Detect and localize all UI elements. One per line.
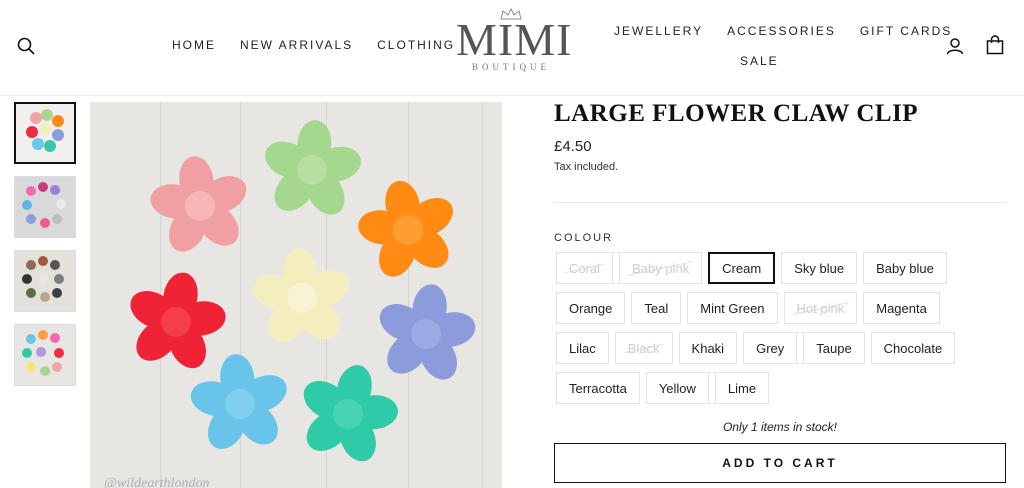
nav-accessories[interactable]: ACCESSORIES	[727, 24, 836, 38]
account-icon[interactable]	[944, 35, 966, 57]
product-title: LARGE FLOWER CLAW CLIP	[554, 100, 919, 127]
search-icon[interactable]	[16, 36, 36, 56]
product-main-image[interactable]: @wildearthlondon	[90, 102, 502, 488]
nav-clothing[interactable]: CLOTHING	[377, 38, 455, 52]
image-watermark: @wildearthlondon	[104, 476, 210, 488]
colour-option-baby-pink[interactable]: Baby pink	[619, 252, 703, 284]
thumbnail-2[interactable]	[14, 176, 76, 238]
thumbnail-4[interactable]	[14, 324, 76, 386]
product-info: LARGE FLOWER CLAW CLIP £4.50 Tax include…	[554, 100, 1006, 173]
colour-option-black[interactable]: Black	[614, 332, 673, 364]
colour-option-yellow[interactable]: Yellow	[645, 372, 709, 404]
colour-option-grey[interactable]: Grey	[743, 332, 798, 364]
site-header: HOME NEW ARRIVALS CLOTHING MIMI BOUTIQUE…	[0, 0, 1024, 96]
nav-new-arrivals[interactable]: NEW ARRIVALS	[240, 38, 353, 52]
thumbnail-list	[14, 102, 78, 398]
logo-subtitle: BOUTIQUE	[472, 62, 550, 72]
colour-option-cream[interactable]: Cream	[708, 252, 776, 284]
colour-option-taupe[interactable]: Taupe	[803, 332, 865, 364]
nav-sale[interactable]: SALE	[740, 54, 779, 68]
colour-option-mint-green[interactable]: Mint Green	[687, 292, 778, 324]
colour-option-khaki[interactable]: Khaki	[678, 332, 738, 364]
colour-option-lilac[interactable]: Lilac	[556, 332, 609, 364]
flower-claw-clips-photo	[115, 115, 486, 476]
colour-option-orange[interactable]: Orange	[556, 292, 626, 324]
colour-option-lime[interactable]: Lime	[714, 372, 770, 404]
primary-nav-right: JEWELLERY ACCESSORIES GIFT CARDS	[614, 24, 952, 38]
site-logo[interactable]: MIMI BOUTIQUE	[456, 8, 573, 84]
nav-jewellery[interactable]: JEWELLERY	[614, 24, 703, 38]
divider	[554, 202, 1006, 203]
product-price: £4.50	[554, 138, 592, 155]
tax-note: Tax included.	[554, 161, 619, 173]
colour-swatch-list: Coral Baby pink Cream Sky blue Baby blue Oran…	[556, 252, 996, 404]
logo-wordmark: MIMI	[456, 14, 573, 65]
colour-option-sky-blue[interactable]: Sky blue	[781, 252, 858, 284]
colour-option-terracotta[interactable]: Terracotta	[556, 372, 640, 404]
stock-note: Only 1 items in stock!	[722, 420, 838, 434]
colour-option-baby-blue[interactable]: Baby blue	[863, 252, 947, 284]
colour-label: COLOUR	[554, 232, 614, 244]
primary-nav-left: HOME NEW ARRIVALS CLOTHING	[172, 38, 455, 52]
thumbnail-1[interactable]	[14, 102, 76, 164]
cart-icon[interactable]	[984, 34, 1006, 56]
nav-home[interactable]: HOME	[172, 38, 216, 52]
colour-option-teal[interactable]: Teal	[631, 292, 682, 324]
colour-option-hot-pink[interactable]: Hot pink	[783, 292, 858, 324]
add-to-cart-button[interactable]: ADD TO CART	[554, 443, 1006, 483]
colour-option-magenta[interactable]: Magenta	[863, 292, 940, 324]
colour-option-coral[interactable]: Coral	[556, 252, 614, 284]
colour-option-chocolate[interactable]: Chocolate	[870, 332, 956, 364]
thumbnail-3[interactable]	[14, 250, 76, 312]
nav-gift-cards[interactable]: GIFT CARDS	[860, 24, 952, 38]
